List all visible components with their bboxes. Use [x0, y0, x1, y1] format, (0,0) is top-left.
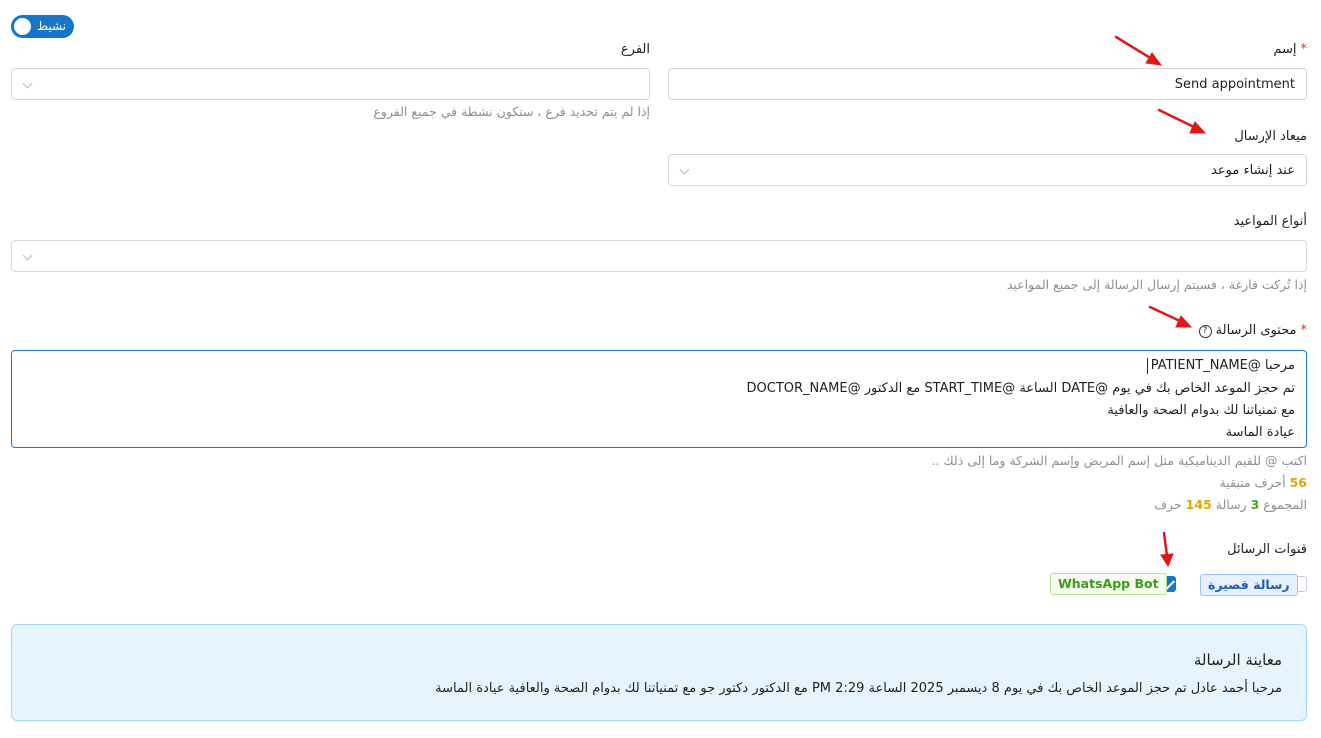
text-caret — [1147, 358, 1148, 374]
message-content-label: *محتوى الرسالة ? — [1195, 322, 1307, 340]
sms-channel-tag: رسالة قصيرة — [1200, 574, 1298, 596]
message-line: تم حجز الموعد الخاص بك في يوم @DATE السا… — [746, 381, 1295, 396]
appointment-types-hint: إذا تُركت فارغة ، فسيتم إرسال الرسالة إل… — [1006, 277, 1307, 292]
message-textarea[interactable]: مرحبا @PATIENT_NAME تم حجز الموعد الخاص … — [11, 350, 1307, 448]
remaining-text: أحرف متبقية — [1219, 475, 1286, 490]
branch-select[interactable] — [11, 68, 650, 100]
required-mark: * — [1300, 323, 1308, 338]
preview-title: معاينة الرسالة — [1193, 651, 1282, 669]
send-time-select[interactable]: عند إنشاء موعد — [668, 154, 1307, 186]
annotation-arrow-send-time — [1157, 108, 1207, 134]
total-prefix: المجموع — [1263, 497, 1307, 512]
total-messages: 3 — [1250, 497, 1260, 512]
remaining-chars: 56 أحرف متبقية — [1220, 474, 1307, 491]
whatsapp-channel-tag: WhatsApp Bot — [1050, 573, 1167, 595]
name-label-text: إسم — [1273, 42, 1297, 57]
channels-label: قنوات الرسائل — [1227, 542, 1307, 557]
annotation-arrow-message — [1148, 305, 1193, 328]
branch-field-label: الفرع — [620, 42, 650, 57]
message-hint: اكتب @ للقيم الديناميكية مثل إسم المريض … — [931, 453, 1307, 468]
message-totals: المجموع 3 رسالة 145 حرف — [1154, 496, 1307, 513]
appointment-types-label: أنواع المواعيد — [1233, 214, 1307, 229]
chevron-down-icon — [22, 78, 33, 89]
name-input[interactable]: Send appointment — [668, 68, 1307, 100]
send-time-label: ميعاد الإرسال — [1234, 129, 1307, 144]
message-label-text: محتوى الرسالة — [1215, 323, 1297, 338]
annotation-arrow-whatsapp — [1160, 531, 1174, 568]
name-field-label: *إسم — [1273, 41, 1307, 59]
chevron-down-icon — [679, 164, 690, 175]
remaining-count: 56 — [1289, 475, 1307, 490]
branch-hint: إذا لم يتم تحديد فرع ، ستكون نشطة في جمي… — [373, 104, 650, 119]
message-line: مرحبا @PATIENT_NAME — [1150, 358, 1295, 373]
required-mark: * — [1300, 42, 1308, 57]
preview-text: مرحبا أحمد عادل تم حجز الموعد الخاص بك ف… — [435, 681, 1282, 696]
message-line: عيادة الماسة — [1225, 425, 1295, 440]
question-circle-icon[interactable]: ? — [1198, 325, 1212, 338]
toggle-knob — [14, 18, 31, 35]
message-line: مع تمنياتنا لك بدوام الصحة والعافية — [1107, 403, 1295, 418]
send-time-value: عند إنشاء موعد — [1211, 163, 1295, 178]
message-preview-panel: معاينة الرسالة مرحبا أحمد عادل تم حجز ال… — [11, 624, 1307, 721]
chars-word: حرف — [1154, 497, 1182, 512]
status-toggle[interactable]: نشيط — [11, 15, 74, 38]
name-input-value: Send appointment — [1174, 77, 1295, 92]
toggle-label: نشيط — [36, 19, 66, 33]
annotation-arrow-name — [1114, 35, 1163, 66]
total-chars: 145 — [1185, 497, 1212, 512]
chevron-down-icon — [22, 250, 33, 261]
appointment-types-select[interactable] — [11, 240, 1307, 272]
messages-word: رسالة — [1215, 497, 1247, 512]
